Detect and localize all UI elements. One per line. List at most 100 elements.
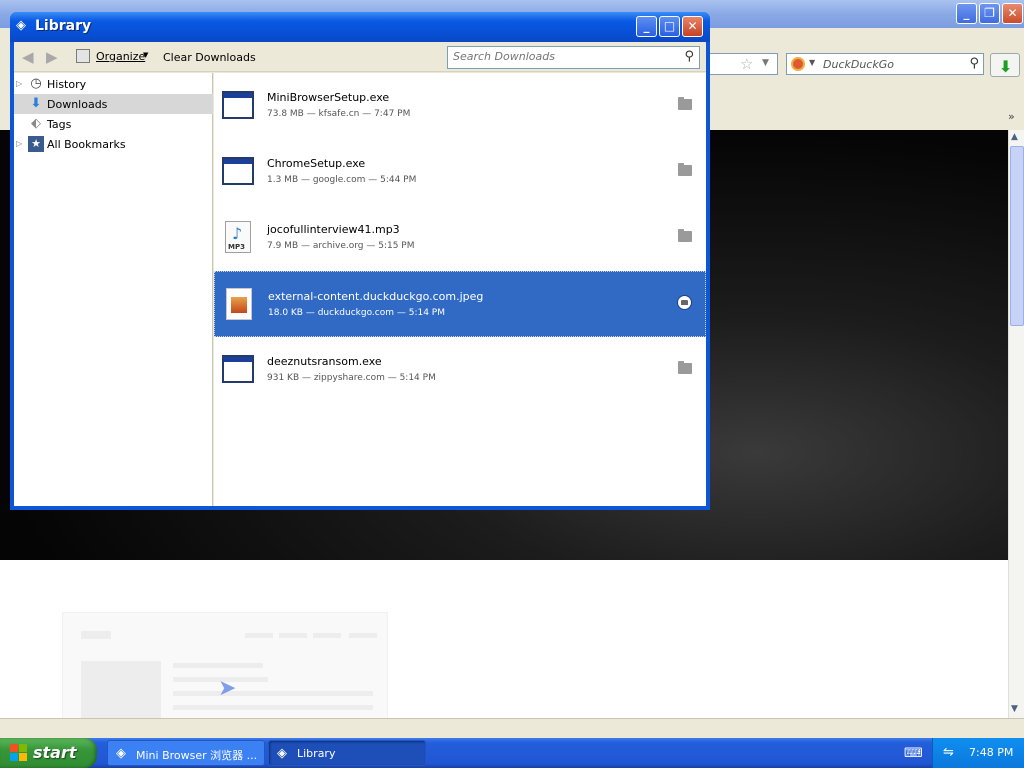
- executable-icon: [222, 155, 254, 187]
- sidebar-item-label: All Bookmarks: [47, 138, 126, 151]
- download-details: 7.9 MB — archive.org — 5:15 PM: [267, 241, 415, 251]
- mp3-file-icon: ♪ MP3: [222, 221, 254, 253]
- library-sidebar: ▷ ◷ History ⬇ Downloads ⬖ Tags ▷ ★ All B…: [14, 73, 213, 506]
- browser-search-box[interactable]: ▼ DuckDuckGo ⚲: [786, 53, 984, 75]
- download-item[interactable]: ChromeSetup.exe 1.3 MB — google.com — 5:…: [214, 139, 706, 205]
- sidebar-item-downloads[interactable]: ⬇ Downloads: [14, 94, 213, 114]
- library-window: ◈ Library _ □ ✕ ◀ ▶ Organize ▼ Clear Dow…: [10, 12, 710, 510]
- illustration-block: [173, 663, 263, 668]
- browser-close-button[interactable]: ✕: [1002, 3, 1023, 24]
- download-item[interactable]: MiniBrowserSetup.exe 73.8 MB — kfsafe.cn…: [214, 73, 706, 139]
- library-titlebar[interactable]: ◈ Library _ □ ✕: [10, 12, 710, 42]
- open-folder-icon[interactable]: [677, 295, 692, 310]
- browser-statusbar: [0, 718, 1024, 738]
- illustration-block: [81, 631, 111, 639]
- organize-menu-button[interactable]: Organize: [96, 50, 145, 63]
- open-folder-icon[interactable]: [678, 97, 692, 110]
- download-item-selected[interactable]: external-content.duckduckgo.com.jpeg 18.…: [214, 271, 706, 337]
- open-folder-icon[interactable]: [678, 163, 692, 176]
- back-arrow-icon[interactable]: ◀: [22, 48, 34, 66]
- download-arrow-icon: ⬇: [999, 57, 1013, 76]
- executable-icon: [222, 353, 254, 385]
- sidebar-item-tags[interactable]: ⬖ Tags: [14, 114, 213, 134]
- bookmark-star-icon[interactable]: ☆: [740, 55, 753, 73]
- sidebar-item-label: Downloads: [47, 98, 108, 111]
- page-illustration-card: [62, 612, 388, 722]
- history-icon: ◷: [30, 76, 42, 91]
- download-details: 931 KB — zippyshare.com — 5:14 PM: [267, 373, 436, 383]
- clear-downloads-button[interactable]: Clear Downloads: [163, 51, 256, 64]
- download-item[interactable]: ♪ MP3 jocofullinterview41.mp3 7.9 MB — ar…: [214, 205, 706, 271]
- tag-icon: ⬖: [31, 116, 41, 131]
- download-details: 18.0 KB — duckduckgo.com — 5:14 PM: [268, 308, 445, 318]
- start-button[interactable]: start: [0, 738, 97, 768]
- download-filename: external-content.duckduckgo.com.jpeg: [268, 290, 484, 303]
- expand-twisty-icon[interactable]: ▷: [16, 139, 22, 148]
- download-arrow-icon: ⬇: [30, 96, 42, 111]
- taskbar: start ◈ Mini Browser 浏览器 ... ◈ Library ⌨…: [0, 738, 1024, 768]
- download-details: 1.3 MB — google.com — 5:44 PM: [267, 175, 417, 185]
- illustration-block: [173, 705, 373, 710]
- library-maximize-button[interactable]: □: [659, 16, 680, 37]
- download-filename: ChromeSetup.exe: [267, 157, 366, 170]
- browser-minimize-button[interactable]: _: [956, 3, 977, 24]
- clock[interactable]: 7:48 PM: [969, 746, 1013, 759]
- address-dropdown-icon[interactable]: ▼: [762, 58, 769, 68]
- cursor-illustration-icon: ➤: [218, 676, 237, 701]
- illustration-block: [81, 661, 161, 721]
- sidebar-item-label: Tags: [47, 118, 72, 131]
- library-toolbar: ◀ ▶ Organize ▼ Clear Downloads ⚲: [14, 42, 706, 72]
- scrollbar-thumb[interactable]: [1010, 146, 1024, 326]
- library-minimize-button[interactable]: _: [636, 16, 657, 37]
- taskbar-item-browser[interactable]: ◈ Mini Browser 浏览器 ...: [107, 740, 265, 766]
- library-app-icon: ◈: [277, 746, 287, 761]
- library-body: ◀ ▶ Organize ▼ Clear Downloads ⚲ ▷ ◷ His…: [14, 42, 706, 506]
- network-icon[interactable]: ⇋: [943, 745, 954, 760]
- library-app-icon: ◈: [16, 18, 26, 33]
- browser-app-icon: ◈: [116, 746, 126, 761]
- illustration-block: [313, 633, 341, 638]
- bookmark-star-icon: ★: [28, 136, 44, 152]
- organize-dropdown-icon[interactable]: ▼: [143, 51, 148, 59]
- image-file-icon: [223, 288, 255, 320]
- page-scrollbar[interactable]: ▲ ▼: [1008, 130, 1024, 718]
- download-item[interactable]: deeznutsransom.exe 931 KB — zippyshare.c…: [214, 337, 706, 403]
- download-filename: MiniBrowserSetup.exe: [267, 91, 390, 104]
- download-details: 73.8 MB — kfsafe.cn — 7:47 PM: [267, 109, 411, 119]
- tab-overflow-icon[interactable]: »: [1008, 110, 1015, 123]
- expand-twisty-icon[interactable]: ▷: [16, 79, 22, 88]
- scroll-down-arrow-icon[interactable]: ▼: [1011, 704, 1018, 714]
- keyboard-icon[interactable]: ⌨: [904, 746, 923, 761]
- taskbar-item-label: Library: [297, 747, 336, 760]
- executable-icon: [222, 89, 254, 121]
- illustration-block: [173, 691, 373, 696]
- illustration-block: [349, 633, 377, 638]
- system-tray: ⇋ 7:48 PM: [932, 738, 1024, 768]
- sidebar-item-history[interactable]: ▷ ◷ History: [14, 74, 213, 94]
- taskbar-item-library[interactable]: ◈ Library: [268, 740, 426, 766]
- downloads-list: MiniBrowserSetup.exe 73.8 MB — kfsafe.cn…: [214, 73, 706, 506]
- start-label: start: [33, 743, 77, 762]
- windows-logo-icon: [10, 744, 28, 762]
- sidebar-item-all-bookmarks[interactable]: ▷ ★ All Bookmarks: [14, 134, 213, 154]
- scroll-up-arrow-icon[interactable]: ▲: [1011, 132, 1018, 142]
- organize-icon[interactable]: [76, 49, 90, 63]
- search-downloads-input[interactable]: [453, 50, 673, 63]
- search-engine-dropdown-icon[interactable]: ▼: [809, 58, 815, 67]
- library-title: Library: [35, 18, 92, 34]
- library-close-button[interactable]: ✕: [682, 16, 703, 37]
- downloads-button[interactable]: ⬇: [990, 53, 1020, 77]
- taskbar-item-label: Mini Browser 浏览器 ...: [136, 749, 258, 762]
- illustration-block: [245, 633, 273, 638]
- forward-arrow-icon[interactable]: ▶: [46, 48, 58, 66]
- browser-restore-button[interactable]: ❐: [979, 3, 1000, 24]
- search-icon[interactable]: ⚲: [969, 56, 979, 71]
- download-filename: jocofullinterview41.mp3: [267, 223, 400, 236]
- sidebar-item-label: History: [47, 78, 87, 91]
- duckduckgo-icon[interactable]: [791, 57, 805, 71]
- open-folder-icon[interactable]: [678, 361, 692, 374]
- open-folder-icon[interactable]: [678, 229, 692, 242]
- search-icon[interactable]: ⚲: [684, 49, 694, 64]
- search-downloads-box[interactable]: ⚲: [447, 46, 700, 69]
- download-filename: deeznutsransom.exe: [267, 355, 382, 368]
